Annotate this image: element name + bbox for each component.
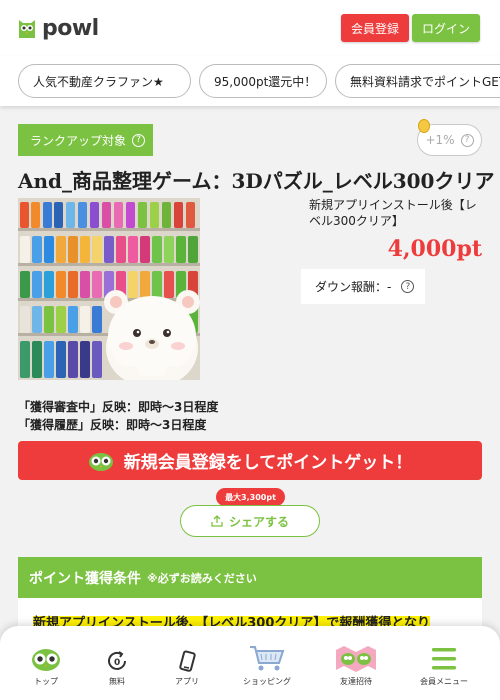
logo[interactable]: powl <box>16 14 99 42</box>
reflect-pending: 「獲得審査中」反映：即時～3日程度 <box>18 400 219 414</box>
cart-icon <box>250 646 285 671</box>
share-max-badge: 最大3,300pt <box>216 488 285 506</box>
owl-icon <box>32 649 60 671</box>
owl-logo-icon <box>19 20 35 38</box>
down-reward-label: ダウン報酬：- <box>315 280 392 294</box>
nav-app[interactable]: アプリ <box>152 640 222 696</box>
share-icon <box>211 515 223 527</box>
nav-shopping-label: ショッピング <box>243 677 291 686</box>
nav-app-label: アプリ <box>175 677 199 686</box>
nav-free-label: 無料 <box>109 677 125 686</box>
conditions-header: ポイント獲得条件 ※必ずお読みください <box>18 557 482 598</box>
rankup-badge[interactable]: ランクアップ対象 ? <box>18 124 153 156</box>
free-icon: 0 <box>108 651 126 670</box>
bottom-nav: トップ 0 無料 アプリ ショッピング 友達招待 会員メニュー <box>0 626 500 700</box>
offer-thumbnail <box>18 198 200 380</box>
bonus-rate-label: +1% <box>425 133 455 147</box>
conditions-note: ※必ずお読みください <box>147 571 257 585</box>
help-icon[interactable]: ? <box>460 133 474 147</box>
login-button[interactable]: ログイン <box>412 14 480 42</box>
svg-text:0: 0 <box>114 658 120 668</box>
help-icon[interactable]: ? <box>401 280 415 293</box>
offer-condition: 新規アプリインストール後【レベル300クリア】 <box>309 198 477 228</box>
nav-free[interactable]: 0 無料 <box>82 640 152 696</box>
register-cta-button[interactable]: 新規会員登録をしてポイントゲット！ <box>18 441 482 480</box>
rankup-label: ランクアップ対象 <box>30 133 127 148</box>
nav-invite[interactable]: 友達招待 <box>321 640 391 696</box>
share-label: シェアする <box>228 514 289 529</box>
nav-invite-label: 友達招待 <box>340 677 372 686</box>
logo-text: powl <box>42 15 99 41</box>
header: powl 会員登録 ログイン <box>0 0 500 56</box>
smartphone-icon <box>179 650 196 672</box>
nav-member-menu-label: 会員メニュー <box>420 677 468 686</box>
nav-member-menu[interactable]: 会員メニュー <box>409 640 479 696</box>
category-chips: 人気不動産クラファン★ 95,000pt還元中！ 無料資料請求でポイントGET <box>0 56 500 106</box>
help-icon[interactable]: ? <box>132 133 146 147</box>
share-button[interactable]: シェアする <box>180 505 320 537</box>
coin-icon <box>418 119 430 133</box>
register-button[interactable]: 会員登録 <box>341 14 409 42</box>
reflect-history: 「獲得履歴」反映：即時～3日程度 <box>18 418 207 432</box>
reflection-info: 「獲得審査中」反映：即時～3日程度 「獲得履歴」反映：即時～3日程度 <box>18 398 218 434</box>
invite-icon <box>336 646 376 672</box>
nav-top[interactable]: トップ <box>11 640 81 696</box>
chip-point-return[interactable]: 95,000pt還元中！ <box>199 64 327 98</box>
offer-title: And_商品整理ゲーム：3Dパズル_レベル300クリア <box>18 169 495 193</box>
register-cta-label: 新規会員登録をしてポイントゲット！ <box>123 453 413 473</box>
down-reward[interactable]: ダウン報酬：- ? <box>301 269 425 304</box>
conditions-title: ポイント獲得条件 <box>29 570 141 587</box>
menu-icon <box>432 648 456 670</box>
chip-free-brochure[interactable]: 無料資料請求でポイントGET <box>335 64 500 98</box>
chip-real-estate[interactable]: 人気不動産クラファン★ <box>18 64 191 98</box>
owl-icon <box>88 452 113 471</box>
nav-top-label: トップ <box>34 677 58 686</box>
offer-points: 4,000pt <box>387 236 482 262</box>
nav-shopping[interactable]: ショッピング <box>232 640 302 696</box>
